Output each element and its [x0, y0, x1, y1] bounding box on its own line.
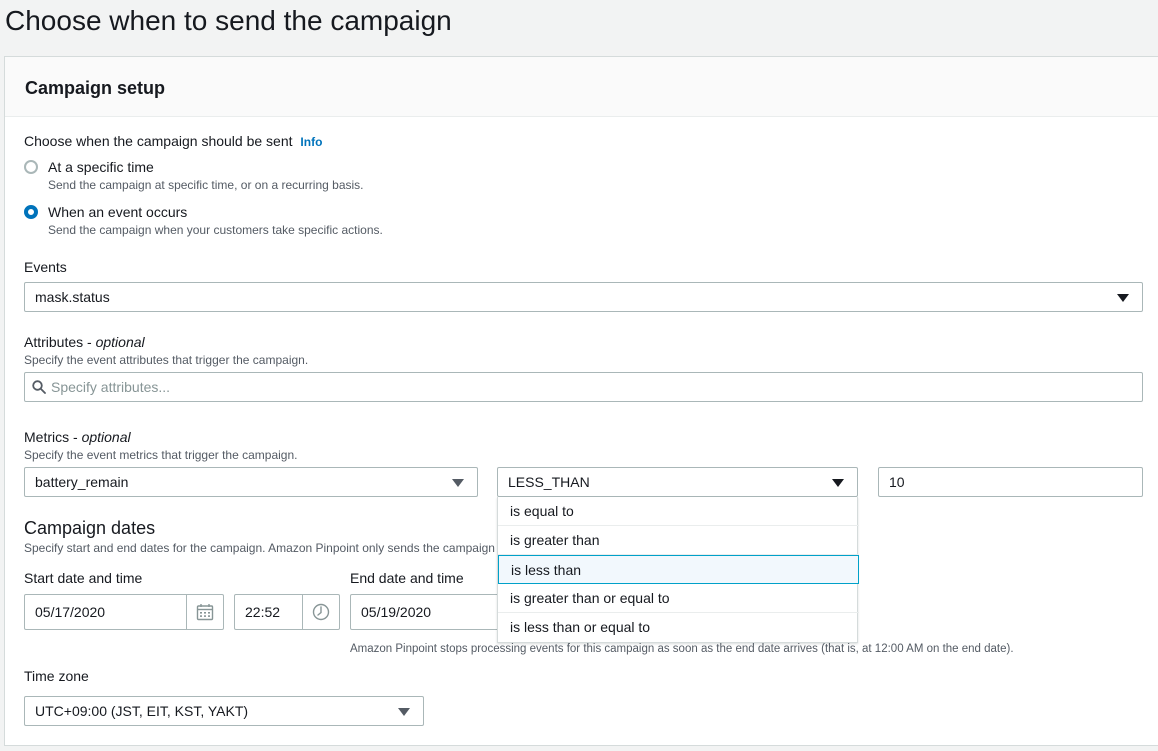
attributes-search-input[interactable]: Specify attributes... — [24, 372, 1143, 402]
campaign-dates-description: Specify start and end dates for the camp… — [24, 541, 495, 555]
end-date-value: 05/19/2020 — [361, 604, 432, 620]
clock-button[interactable] — [302, 595, 339, 629]
start-date-label: Start date and time — [24, 570, 143, 586]
operator-option-greater[interactable]: is greater than — [498, 526, 859, 555]
start-date-input[interactable]: 05/17/2020 — [24, 594, 224, 630]
metrics-optional: optional — [81, 429, 131, 445]
attributes-label: Attributes - — [24, 334, 96, 350]
metric-select[interactable]: battery_remain — [24, 467, 478, 497]
campaign-dates-title: Campaign dates — [24, 518, 156, 538]
attributes-optional: optional — [95, 334, 145, 350]
operator-select-value: LESS_THAN — [508, 474, 590, 490]
search-icon — [32, 380, 46, 394]
threshold-input[interactable]: 10 — [878, 467, 1143, 497]
radio-specific-time[interactable] — [24, 160, 38, 174]
calendar-icon — [196, 604, 214, 621]
start-time-input[interactable]: 22:52 — [234, 594, 340, 630]
operator-option-less-or-equal[interactable]: is less than or equal to — [498, 613, 859, 642]
start-time-value: 22:52 — [245, 604, 281, 620]
time-zone-select[interactable]: UTC+09:00 (JST, EIT, KST, YAKT) — [24, 696, 424, 726]
threshold-value: 10 — [889, 474, 905, 490]
panel-title: Campaign setup — [25, 78, 166, 98]
operator-option-less[interactable]: is less than — [498, 555, 859, 584]
attributes-description: Specify the event attributes that trigge… — [24, 353, 309, 367]
radio-specific-time-description: Send the campaign at specific time, or o… — [48, 178, 364, 192]
operator-dropdown-menu: is equal to is greater than is less than… — [497, 497, 859, 643]
metrics-label-row: Metrics - optional — [24, 428, 131, 446]
attributes-label-row: Attributes - optional — [24, 333, 145, 351]
chevron-down-icon — [398, 708, 410, 716]
metrics-description: Specify the event metrics that trigger t… — [24, 448, 298, 462]
chevron-down-icon — [452, 479, 464, 487]
time-zone-label: Time zone — [24, 668, 89, 684]
events-label: Events — [24, 259, 67, 275]
radio-event-occurs[interactable] — [24, 205, 38, 219]
end-date-label: End date and time — [350, 570, 464, 586]
operator-select[interactable]: LESS_THAN — [497, 467, 858, 497]
metrics-label: Metrics - — [24, 429, 82, 445]
chevron-down-icon — [1117, 294, 1129, 302]
radio-event-occurs-label[interactable]: When an event occurs — [48, 203, 187, 221]
end-date-note: Amazon Pinpoint stops processing events … — [350, 643, 1014, 655]
info-link[interactable]: Info — [300, 135, 322, 149]
clock-icon — [312, 603, 330, 621]
send-when-label: Choose when the campaign should be sent — [24, 133, 293, 149]
send-when-label-row: Choose when the campaign should be sent … — [24, 132, 322, 151]
operator-option-equal[interactable]: is equal to — [498, 497, 859, 526]
radio-event-occurs-description: Send the campaign when your customers ta… — [48, 223, 383, 237]
operator-option-greater-or-equal[interactable]: is greater than or equal to — [498, 584, 859, 613]
events-select[interactable]: mask.status — [24, 282, 1143, 312]
time-zone-value: UTC+09:00 (JST, EIT, KST, YAKT) — [35, 703, 249, 719]
chevron-down-icon — [832, 479, 844, 487]
attributes-placeholder: Specify attributes... — [51, 379, 171, 395]
radio-specific-time-label[interactable]: At a specific time — [48, 158, 154, 176]
events-select-value: mask.status — [35, 289, 110, 305]
calendar-button[interactable] — [186, 595, 223, 629]
start-date-value: 05/17/2020 — [35, 604, 106, 620]
panel-header: Campaign setup — [5, 57, 1158, 117]
metric-select-value: battery_remain — [35, 474, 129, 490]
page-title: Choose when to send the campaign — [5, 5, 452, 36]
